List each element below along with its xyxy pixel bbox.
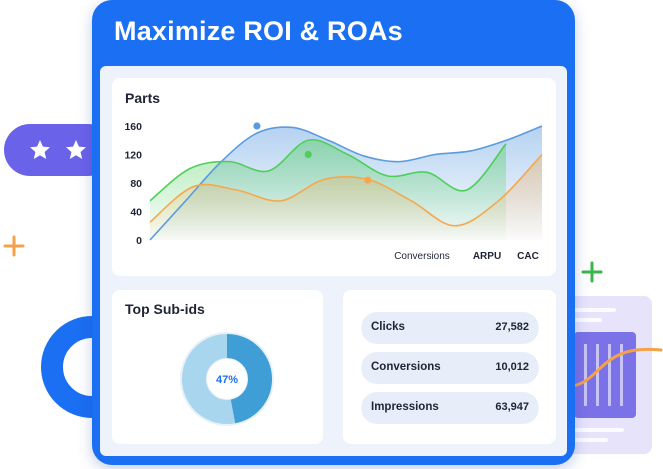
metric-row-clicks: Clicks 27,582 xyxy=(361,312,539,344)
highlight-point xyxy=(304,150,312,159)
y-tick-label: 80 xyxy=(130,178,142,190)
metric-label: Impressions xyxy=(371,401,439,413)
metric-label: Clicks xyxy=(371,321,405,333)
plus-icon xyxy=(3,235,25,257)
card-title: Maximize ROI & ROAs xyxy=(114,16,403,46)
y-tick-label: 0 xyxy=(136,235,142,247)
metric-value: 27,582 xyxy=(495,321,529,333)
chart-panel: Parts 160 120 80 40 0 Conversions ARPU CAC xyxy=(112,78,556,276)
metric-value: 63,947 xyxy=(495,401,529,413)
star-icon xyxy=(30,140,50,159)
y-tick-label: 160 xyxy=(124,121,142,133)
metric-label: Conversions xyxy=(371,361,441,373)
legend-label: CAC xyxy=(517,251,539,262)
card-body: Parts 160 120 80 40 0 Conversions ARPU CAC Top … xyxy=(100,66,567,456)
dashboard-card: Maximize ROI & ROAs Parts 160 120 80 40 0 Con… xyxy=(92,0,575,465)
sub-ids-panel: Top Sub-ids 47% xyxy=(112,290,323,444)
star-icon xyxy=(66,140,86,159)
metric-row-conversions: Conversions 10,012 xyxy=(361,352,539,384)
legend-label: Conversions xyxy=(394,251,450,262)
metric-row-impressions: Impressions 63,947 xyxy=(361,392,539,424)
donut-chart: 47% xyxy=(180,332,274,426)
donut-percent-label: 47% xyxy=(216,374,238,386)
area-chart: 160 120 80 40 0 Conversions ARPU CAC xyxy=(124,121,543,262)
metrics-panel: Clicks 27,582 Conversions 10,012 Impress… xyxy=(343,290,556,444)
sub-ids-title: Top Sub-ids xyxy=(125,301,205,317)
y-tick-label: 120 xyxy=(124,150,142,162)
y-tick-label: 40 xyxy=(130,207,142,219)
wave-icon xyxy=(570,347,663,388)
legend-label: ARPU xyxy=(473,251,501,262)
highlight-point xyxy=(364,176,372,184)
plus-icon xyxy=(581,261,603,283)
metric-value: 10,012 xyxy=(495,361,529,373)
highlight-point xyxy=(253,122,261,130)
